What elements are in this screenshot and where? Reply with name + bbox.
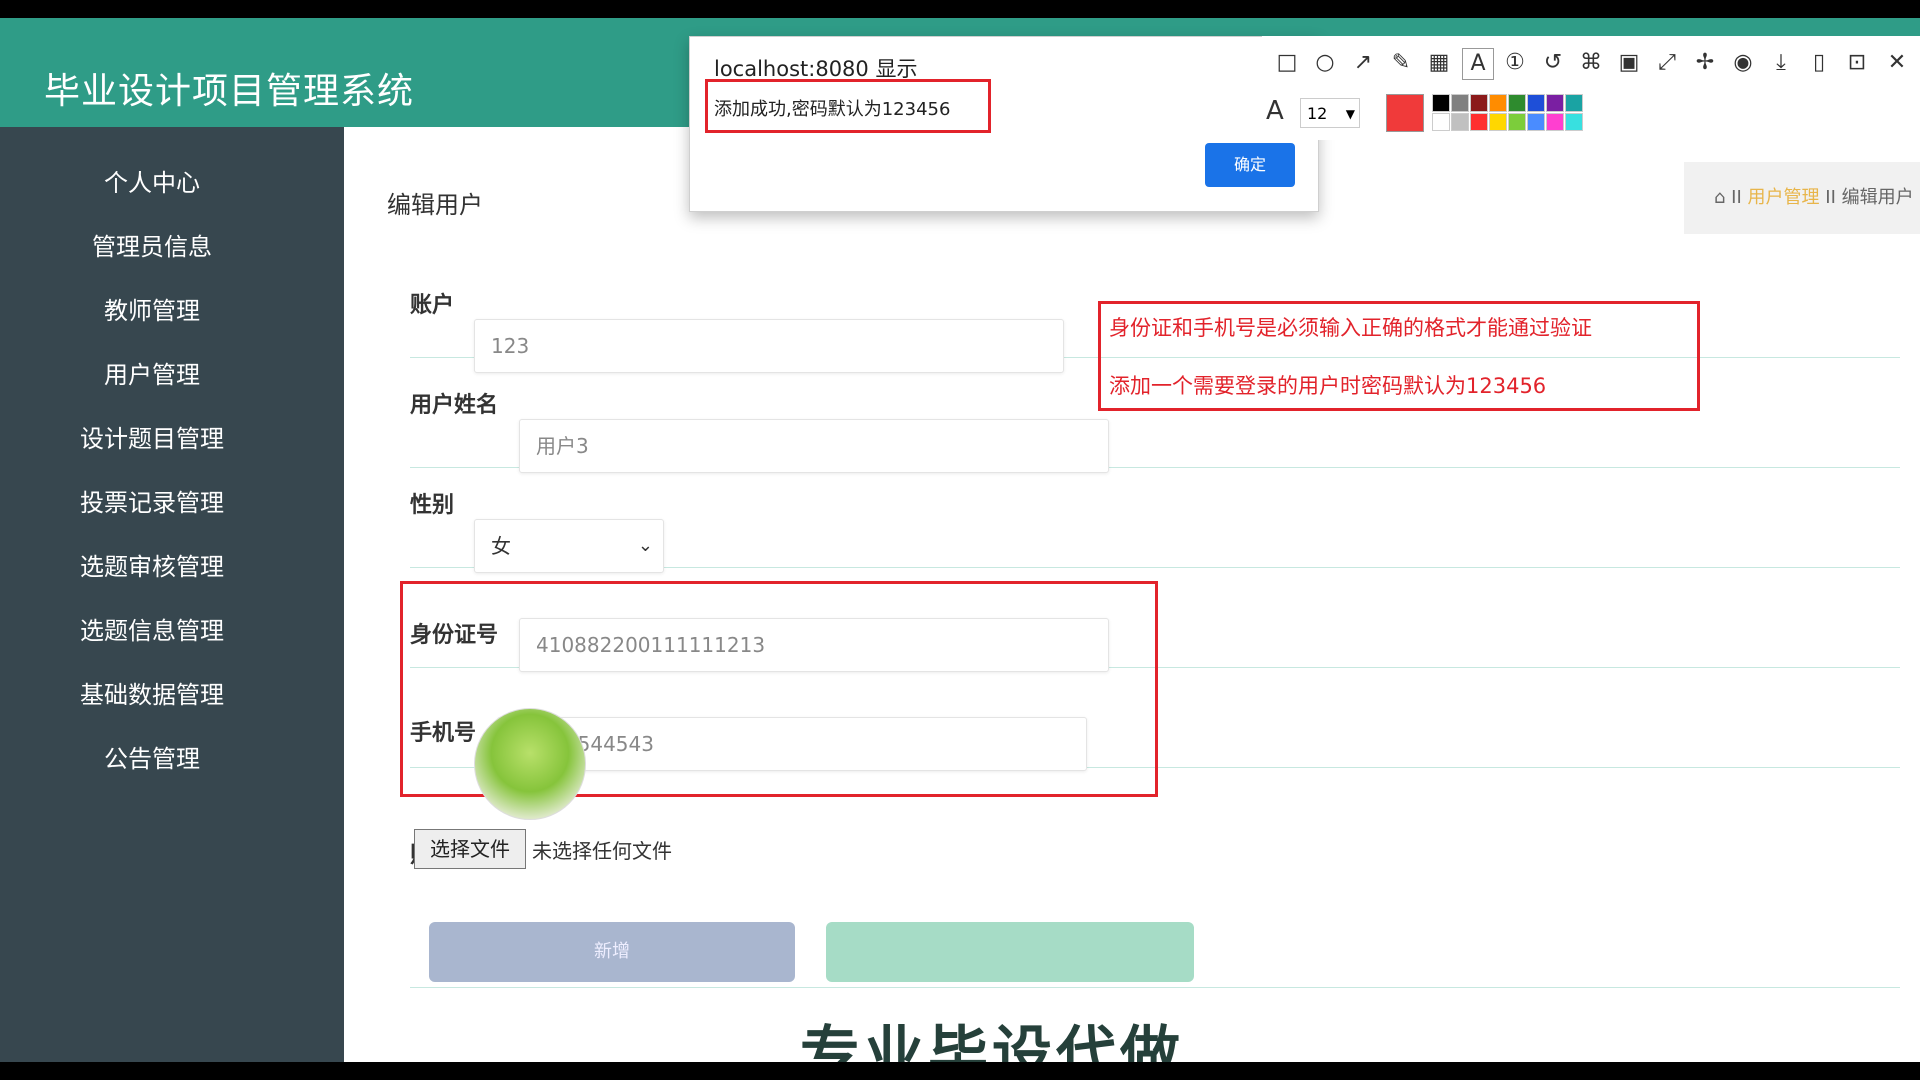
breadcrumb-parent[interactable]: 用户管理: [1748, 187, 1820, 208]
color-swatch[interactable]: [1489, 113, 1507, 131]
submit-button[interactable]: 新增: [429, 922, 795, 982]
color-swatch[interactable]: [1546, 94, 1564, 112]
dialog-ok-button[interactable]: 确定: [1205, 143, 1295, 187]
browser-viewport: 毕业设计项目管理系统 ⤧ ● 个人中心 管理员信息 教师管理 用户管理 设计题目…: [0, 18, 1920, 1062]
sidebar-item-design-topic-management[interactable]: 设计题目管理: [0, 419, 304, 454]
sidebar-item-topic-review-management[interactable]: 选题审核管理: [0, 547, 304, 582]
page-title: 编辑用户: [387, 191, 483, 219]
color-swatch[interactable]: [1565, 94, 1583, 112]
name-label: 用户姓名: [410, 393, 499, 418]
sidebar: 个人中心 管理员信息 教师管理 用户管理 设计题目管理 投票记录管理 选题审核管…: [0, 127, 344, 1062]
name-input[interactable]: 用户3: [519, 419, 1109, 473]
sidebar-item-admin-info[interactable]: 管理员信息: [0, 227, 304, 262]
dialog-message: 添加成功,密码默认为123456: [714, 99, 951, 120]
copy-icon[interactable]: ▯: [1804, 48, 1834, 78]
color-swatch[interactable]: [1451, 113, 1469, 131]
chevron-down-icon: ▼: [1345, 107, 1355, 121]
annotation-line-2: 添加一个需要登录的用户时密码默认为123456: [1109, 374, 1547, 398]
chevron-down-icon: ⌄: [637, 535, 653, 556]
number-icon[interactable]: ①: [1500, 48, 1530, 78]
breadcrumb: ⌂ II 用户管理 II 编辑用户: [1684, 162, 1920, 234]
undo-icon[interactable]: ↺: [1538, 48, 1568, 78]
app-title: 毕业设计项目管理系统: [44, 71, 415, 112]
save-icon[interactable]: ⊡: [1842, 48, 1872, 78]
annotation-line-1: 身份证和手机号是必须输入正确的格式才能通过验证: [1109, 316, 1592, 340]
sidebar-item-vote-record-management[interactable]: 投票记录管理: [0, 483, 304, 518]
close-icon[interactable]: ✕: [1882, 48, 1912, 78]
user-photo-avatar: [474, 708, 586, 820]
sidebar-item-topic-info-management[interactable]: 选题信息管理: [0, 611, 304, 646]
color-swatch[interactable]: [1546, 113, 1564, 131]
font-size-value: 12: [1307, 104, 1328, 123]
arrow-icon[interactable]: ↗: [1348, 48, 1378, 78]
sidebar-item-teacher-management[interactable]: 教师管理: [0, 291, 304, 326]
color-swatch[interactable]: [1432, 113, 1450, 131]
font-size-icon: A: [1266, 96, 1284, 126]
watermark-text: 专业毕设代做: [800, 1020, 1184, 1062]
pin-icon[interactable]: ⌘: [1576, 48, 1606, 78]
color-swatch[interactable]: [1527, 113, 1545, 131]
account-input[interactable]: 123: [474, 319, 1064, 373]
choose-file-button[interactable]: 选择文件: [414, 829, 526, 869]
breadcrumb-separator: II: [1731, 187, 1742, 208]
download-icon[interactable]: ⤓: [1766, 48, 1796, 78]
mosaic-icon[interactable]: ▦: [1424, 48, 1454, 78]
color-swatch[interactable]: [1527, 94, 1545, 112]
color-swatch[interactable]: [1565, 113, 1583, 131]
color-swatch[interactable]: [1508, 94, 1526, 112]
sidebar-item-basic-data-management[interactable]: 基础数据管理: [0, 675, 304, 710]
ellipse-icon[interactable]: ○: [1310, 48, 1340, 78]
record-icon[interactable]: ◉: [1728, 48, 1758, 78]
breadcrumb-separator: II: [1825, 187, 1836, 208]
sidebar-item-personal-center[interactable]: 个人中心: [0, 163, 304, 198]
fullscreen-icon[interactable]: ⤢: [1652, 48, 1682, 78]
sidebar-item-notice-management[interactable]: 公告管理: [0, 739, 304, 774]
color-swatch[interactable]: [1508, 113, 1526, 131]
pencil-icon[interactable]: ✎: [1386, 48, 1416, 78]
no-file-text: 未选择任何文件: [532, 839, 672, 863]
secondary-button[interactable]: [826, 922, 1194, 982]
sticky-icon[interactable]: ✢: [1690, 48, 1720, 78]
color-swatch[interactable]: [1470, 113, 1488, 131]
account-label: 账户: [410, 293, 455, 318]
screenshot-toolbar: □ ○ ↗ ✎ ▦ A ① ↺ ⌘ ▣ ⤢ ✢ ◉ ⤓ ▯ ⊡ ✕ A 12 ▼: [1262, 36, 1920, 140]
color-swatch[interactable]: [1451, 94, 1469, 112]
color-swatch[interactable]: [1432, 94, 1450, 112]
rectangle-icon[interactable]: □: [1272, 48, 1302, 78]
sidebar-item-user-management[interactable]: 用户管理: [0, 355, 304, 390]
current-color-swatch[interactable]: [1386, 94, 1424, 132]
color-swatch[interactable]: [1470, 94, 1488, 112]
ocr-icon[interactable]: ▣: [1614, 48, 1644, 78]
text-icon[interactable]: A: [1462, 48, 1494, 80]
annotation-box: 身份证和手机号是必须输入正确的格式才能通过验证 添加一个需要登录的用户时密码默认…: [1098, 301, 1700, 411]
gender-selected-value: 女: [491, 534, 511, 558]
gender-select[interactable]: 女 ⌄: [474, 519, 664, 573]
breadcrumb-current: 编辑用户: [1841, 187, 1914, 208]
alert-dialog: localhost:8080 显示 添加成功,密码默认为123456 确定: [689, 36, 1319, 212]
color-swatch[interactable]: [1489, 94, 1507, 112]
gender-label: 性别: [410, 493, 455, 518]
home-icon[interactable]: ⌂: [1714, 187, 1725, 208]
font-size-select[interactable]: 12 ▼: [1300, 98, 1360, 128]
